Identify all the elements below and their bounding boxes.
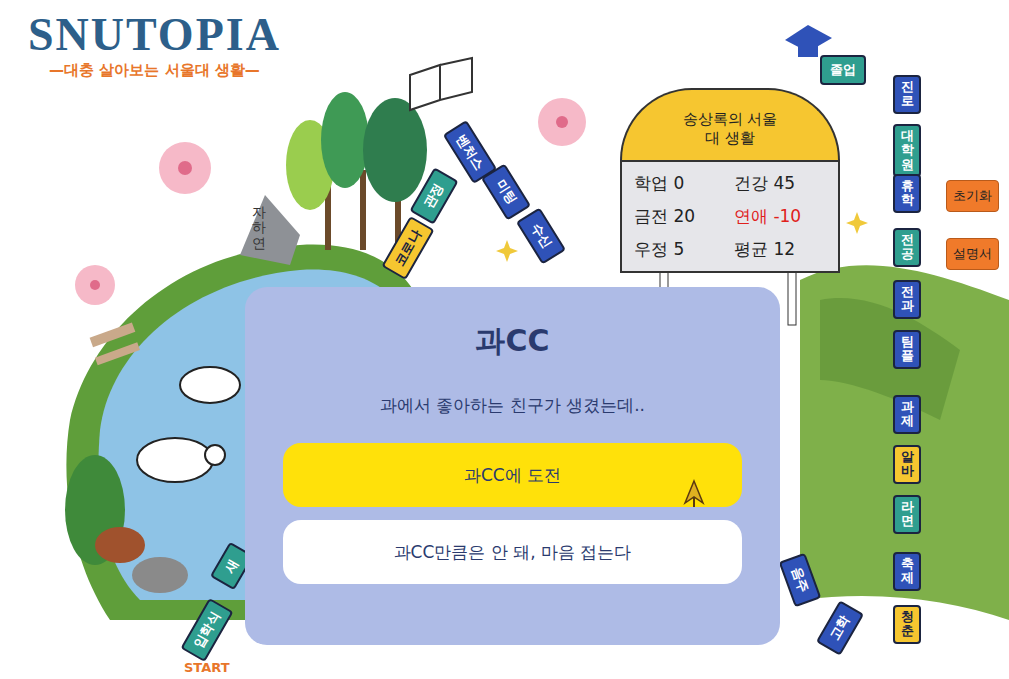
board-tile: 대학원: [893, 124, 921, 177]
side-buttons: 초기화설명서: [946, 180, 999, 270]
board-tile: 전과: [893, 280, 921, 319]
board-tile: 축제: [893, 552, 921, 591]
board-tile: 진로: [893, 75, 921, 114]
logo-title: SNUTOPIA: [28, 10, 281, 61]
bushes-icon: [65, 455, 188, 593]
stat-item: 금전 20: [634, 205, 726, 228]
board-tile: 팀플: [893, 330, 921, 369]
event-modal: 과CC 과에서 좋아하는 친구가 생겼는데.. 과CC에 도전과CC만큼은 안 …: [245, 287, 780, 645]
bench-icon: [90, 322, 140, 365]
stats-grid: 학업 0 건강 45 금전 20 연애 -10 우정 5 평균 12: [620, 160, 840, 273]
pointer-cursor-icon: [683, 479, 705, 509]
side-button[interactable]: 설명서: [946, 238, 999, 270]
mountain-icon: [800, 265, 1009, 620]
status-board: 송상록의 서울대 생활 학업 0 건강 45 금전 20 연애 -10 우정 5 평균 1…: [620, 88, 840, 273]
start-label: START: [184, 660, 230, 675]
modal-title: 과CC: [475, 321, 549, 362]
goal-tile: 졸업: [820, 55, 866, 85]
board-tile: 휴학: [893, 174, 921, 213]
board-tile: 청춘: [893, 605, 921, 644]
board-tile: 전공: [893, 228, 921, 267]
game-screen: SNUTOPIA —대충 살아보는 서울대 생활— 자하연 입학식새코로나관정벤…: [0, 0, 1009, 679]
board-tile: 알바: [893, 445, 921, 484]
board-tile: 미팅: [481, 163, 531, 220]
logo: SNUTOPIA —대충 살아보는 서울대 생활—: [28, 10, 281, 80]
rock-icon: [240, 195, 300, 265]
board-tile: 수신: [516, 207, 566, 264]
choice-list: 과CC에 도전과CC만큼은 안 돼, 마음 접는다: [283, 443, 742, 584]
choice-button[interactable]: 과CC에 도전: [283, 443, 742, 507]
stat-item: 우정 5: [634, 238, 726, 261]
choice-button[interactable]: 과CC만큼은 안 돼, 마음 접는다: [283, 520, 742, 584]
stat-item: 건강 45: [734, 172, 826, 195]
logo-subtitle: —대충 살아보는 서울대 생활—: [49, 61, 260, 80]
modal-description: 과에서 좋아하는 친구가 생겼는데..: [380, 394, 645, 417]
book-icon: [410, 58, 472, 110]
board-tile: 코로나: [381, 216, 434, 280]
board-tile: 라면: [893, 495, 921, 534]
graduation-cap-icon: [785, 25, 832, 57]
duck-icon: [137, 367, 240, 482]
status-title: 송상록의 서울대 생활: [620, 88, 840, 160]
stat-item: 연애 -10: [734, 205, 826, 228]
board-tile: 과제: [893, 395, 921, 434]
cherry-blossom-icon: [75, 98, 586, 305]
stat-item: 평균 12: [734, 238, 826, 261]
landmark-label: 자하연: [252, 205, 266, 251]
stat-item: 학업 0: [634, 172, 726, 195]
side-button[interactable]: 초기화: [946, 180, 999, 212]
board-tile: 고학: [816, 600, 864, 656]
